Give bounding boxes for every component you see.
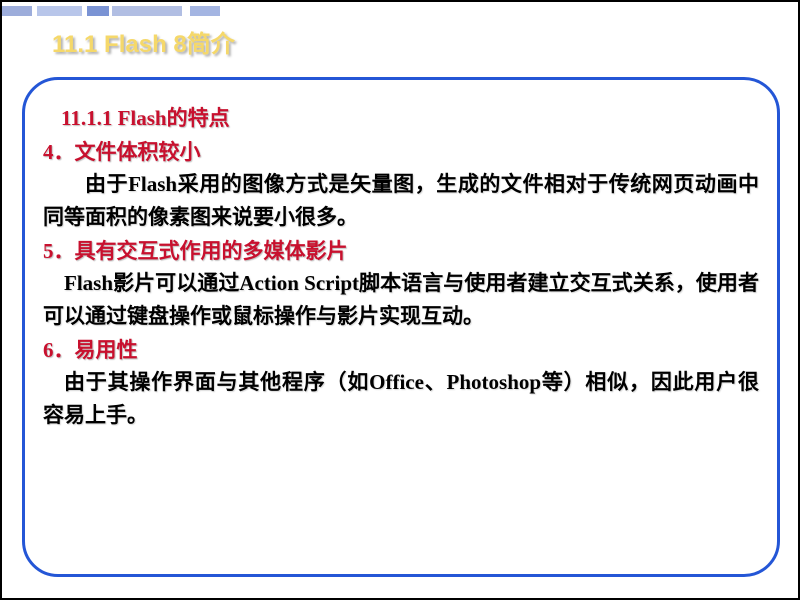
content-frame: 11.1.1 Flash的特点 4．文件体积较小 由于Flash采用的图像方式是…	[22, 77, 780, 577]
feature-body: 由于Flash采用的图像方式是矢量图，生成的文件相对于传统网页动画中同等面积的像…	[43, 168, 759, 233]
feature-body: Flash影片可以通过Action Script脚本语言与使用者建立交互式关系，…	[43, 267, 759, 332]
deco-bar	[37, 6, 82, 16]
feature-body: 由于其操作界面与其他程序（如Office、Photoshop等）相似，因此用户很…	[43, 366, 759, 431]
page-title: 11.1 Flash 8简介	[52, 24, 235, 59]
deco-bar	[190, 6, 220, 16]
section-subtitle: 11.1.1 Flash的特点	[61, 102, 759, 132]
deco-bar	[2, 6, 32, 16]
feature-heading: 6．易用性	[43, 334, 759, 364]
feature-heading: 5．具有交互式作用的多媒体影片	[43, 235, 759, 265]
deco-bar	[87, 6, 109, 16]
slide: 11.1 Flash 8简介 11.1.1 Flash的特点 4．文件体积较小 …	[2, 2, 798, 598]
deco-bar	[112, 6, 182, 16]
feature-heading: 4．文件体积较小	[43, 136, 759, 166]
